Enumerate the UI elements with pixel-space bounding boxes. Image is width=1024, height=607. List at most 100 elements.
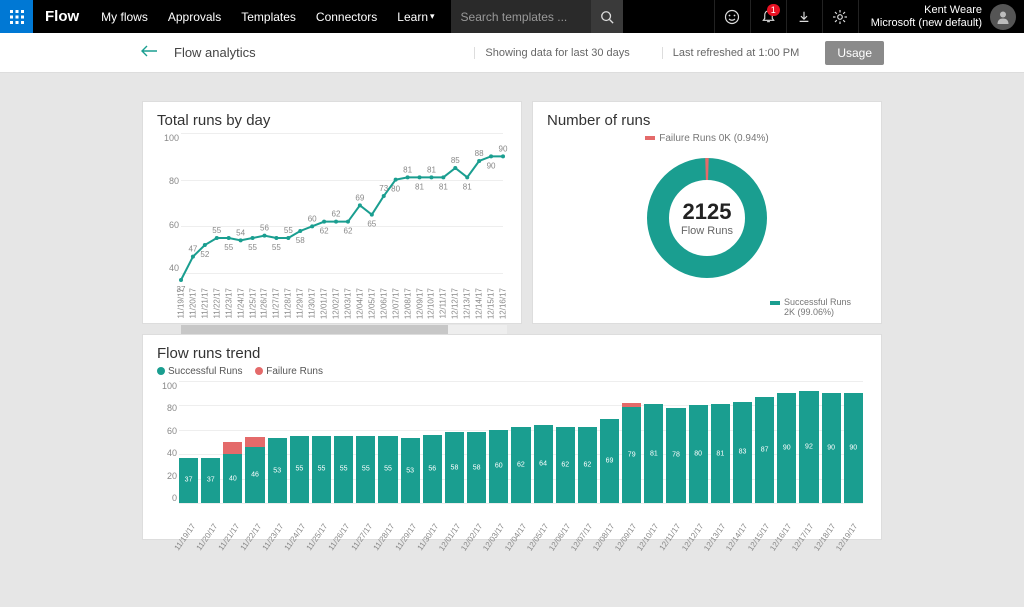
bar[interactable]: 37 xyxy=(201,381,220,503)
bar[interactable]: 62 xyxy=(556,381,575,503)
feedback-button[interactable] xyxy=(714,0,750,33)
nav-templates[interactable]: Templates xyxy=(231,0,306,33)
download-button[interactable] xyxy=(786,0,822,33)
nav-my-flows[interactable]: My flows xyxy=(91,0,158,33)
waffle-icon xyxy=(9,9,25,25)
bar[interactable]: 53 xyxy=(401,381,420,503)
bar[interactable]: 69 xyxy=(600,381,619,503)
bar[interactable]: 81 xyxy=(644,381,663,503)
bar[interactable]: 80 xyxy=(689,381,708,503)
gear-icon xyxy=(832,9,848,25)
svg-text:55: 55 xyxy=(248,243,257,252)
search-input[interactable] xyxy=(451,0,591,33)
bar[interactable]: 55 xyxy=(312,381,331,503)
trend-yaxis: 100806040200 xyxy=(157,381,177,503)
svg-text:85: 85 xyxy=(451,156,460,165)
svg-text:62: 62 xyxy=(332,210,341,219)
svg-text:47: 47 xyxy=(188,245,197,254)
bar[interactable]: 53 xyxy=(268,381,287,503)
search xyxy=(451,0,623,33)
bar[interactable]: 87 xyxy=(755,381,774,503)
svg-text:90: 90 xyxy=(487,161,496,170)
bar[interactable]: 90 xyxy=(844,381,863,503)
donut-center-label: Flow Runs xyxy=(681,225,733,237)
avatar xyxy=(990,4,1016,30)
bar[interactable]: 60 xyxy=(489,381,508,503)
svg-text:60: 60 xyxy=(308,214,317,223)
date-range-text: Showing data for last 30 days xyxy=(474,47,639,59)
svg-text:81: 81 xyxy=(463,182,472,191)
search-button[interactable] xyxy=(591,0,623,33)
donut-legend-failure: Failure Runs 0K (0.94%) xyxy=(547,133,867,144)
donut-legend-success: Successful Runs 2K (99.06%) xyxy=(770,297,851,317)
nav-learn[interactable]: Learn▾ xyxy=(387,0,444,33)
svg-text:56: 56 xyxy=(260,224,269,233)
person-icon xyxy=(995,9,1011,25)
bar[interactable]: 90 xyxy=(822,381,841,503)
nav-approvals[interactable]: Approvals xyxy=(158,0,231,33)
global-header: Flow My flows Approvals Templates Connec… xyxy=(0,0,1024,33)
account-menu[interactable]: Kent Weare Microsoft (new default) xyxy=(858,0,1024,33)
dashboard: Total runs by day 100806040 374752555554… xyxy=(142,101,882,540)
account-user: Kent Weare xyxy=(871,4,982,17)
bar[interactable]: 92 xyxy=(799,381,818,503)
donut-chart[interactable]: 2125 Flow Runs xyxy=(637,148,777,288)
svg-text:62: 62 xyxy=(320,227,329,236)
smile-icon xyxy=(724,9,740,25)
usage-button[interactable]: Usage xyxy=(825,41,884,65)
trend-legend: Successful Runs Failure Runs xyxy=(157,366,867,377)
bar[interactable]: 83 xyxy=(733,381,752,503)
line-chart[interactable]: 100806040 374752555554555655555860626262… xyxy=(157,133,507,293)
svg-text:62: 62 xyxy=(343,227,352,236)
bar[interactable]: 56 xyxy=(423,381,442,503)
bar[interactable]: 55 xyxy=(334,381,353,503)
header-actions: 1 Kent Weare Microsoft (new default) xyxy=(714,0,1024,33)
bar[interactable]: 58 xyxy=(445,381,464,503)
bar[interactable]: 55 xyxy=(378,381,397,503)
svg-text:80: 80 xyxy=(391,185,400,194)
bar[interactable]: 90 xyxy=(777,381,796,503)
card-number-of-runs: Number of runs Failure Runs 0K (0.94%) 2… xyxy=(532,101,882,324)
bar[interactable]: 62 xyxy=(511,381,530,503)
card-title: Total runs by day xyxy=(157,112,507,129)
svg-text:88: 88 xyxy=(475,149,484,158)
svg-text:58: 58 xyxy=(296,236,305,245)
svg-text:52: 52 xyxy=(200,250,209,259)
bar[interactable]: 37 xyxy=(179,381,198,503)
svg-text:55: 55 xyxy=(212,226,221,235)
app-launcher-button[interactable] xyxy=(0,0,33,33)
bar[interactable]: 78 xyxy=(666,381,685,503)
notifications-badge: 1 xyxy=(767,4,780,16)
line-yaxis: 100806040 xyxy=(157,133,179,273)
bar[interactable]: 62 xyxy=(578,381,597,503)
account-tenant: Microsoft (new default) xyxy=(871,17,982,30)
notifications-button[interactable]: 1 xyxy=(750,0,786,33)
svg-text:81: 81 xyxy=(403,165,412,174)
product-brand[interactable]: Flow xyxy=(33,0,91,33)
back-button[interactable] xyxy=(140,44,158,62)
bar[interactable]: 64 xyxy=(534,381,553,503)
card-flow-runs-trend: Flow runs trend Successful Runs Failure … xyxy=(142,334,882,540)
page-title: Flow analytics xyxy=(174,45,256,60)
svg-text:90: 90 xyxy=(499,144,508,153)
chevron-down-icon: ▾ xyxy=(430,11,435,22)
nav-connectors[interactable]: Connectors xyxy=(306,0,387,33)
bar[interactable]: 55 xyxy=(356,381,375,503)
trend-xaxis: 11/19/1711/20/1711/21/1711/22/1711/23/17… xyxy=(179,503,863,531)
svg-text:81: 81 xyxy=(415,182,424,191)
bar[interactable]: 81 xyxy=(711,381,730,503)
bar[interactable]: 46 xyxy=(245,381,264,503)
donut-center-value: 2125 xyxy=(683,199,732,225)
bar[interactable]: 79 xyxy=(622,381,641,503)
bar-chart[interactable]: 100806040200 373740465355555555555356585… xyxy=(157,381,867,531)
bar[interactable]: 58 xyxy=(467,381,486,503)
bar[interactable]: 40 xyxy=(223,381,242,503)
card-total-runs: Total runs by day 100806040 374752555554… xyxy=(142,101,522,324)
last-refresh-text: Last refreshed at 1:00 PM xyxy=(662,47,810,59)
settings-button[interactable] xyxy=(822,0,858,33)
card-title: Number of runs xyxy=(547,112,867,129)
line-xaxis: 11/19/1711/20/1711/21/1711/22/1711/23/17… xyxy=(181,273,503,297)
bar[interactable]: 55 xyxy=(290,381,309,503)
svg-text:65: 65 xyxy=(367,220,376,229)
svg-text:81: 81 xyxy=(439,182,448,191)
